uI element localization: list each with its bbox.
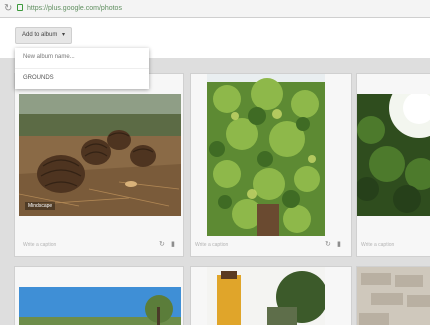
photo-green-wall[interactable] bbox=[207, 74, 325, 236]
url-text[interactable]: https://plus.google.com/photos bbox=[27, 3, 122, 14]
stone-wall-image bbox=[357, 267, 430, 325]
photo-card bbox=[356, 266, 430, 325]
sunlit-tree-image bbox=[357, 94, 430, 216]
rotate-icon[interactable]: ↻ bbox=[159, 241, 165, 249]
lock-icon bbox=[17, 4, 23, 11]
photo-blue-sky[interactable] bbox=[19, 287, 181, 325]
trash-icon[interactable]: ▮ bbox=[171, 241, 175, 249]
reload-icon[interactable]: ↻ bbox=[4, 3, 12, 14]
photo-card bbox=[190, 266, 352, 325]
photo-pine-cones[interactable]: Mindscape bbox=[19, 94, 181, 216]
add-to-album-button[interactable]: Add to album ▾ bbox=[15, 27, 73, 44]
photo-stone-wall[interactable] bbox=[357, 267, 430, 325]
trash-icon[interactable]: ▮ bbox=[337, 241, 341, 249]
caption-input[interactable]: Write a caption bbox=[195, 242, 228, 249]
blue-sky-image bbox=[19, 287, 181, 325]
photo-yellow-tower[interactable] bbox=[207, 267, 325, 325]
photo-label: Mindscape bbox=[25, 202, 56, 210]
caption-input[interactable]: Write a caption bbox=[23, 242, 56, 249]
album-option-grounds[interactable]: GROUNDS bbox=[15, 68, 149, 88]
photo-card: Write a caption ↻ ▮ bbox=[190, 73, 352, 257]
caption-input[interactable]: Write a caption bbox=[361, 242, 394, 249]
photo-card bbox=[14, 266, 184, 325]
chevron-down-icon: ▾ bbox=[62, 32, 66, 38]
photo-card: Write a caption bbox=[356, 73, 430, 257]
new-album-option[interactable]: New album name... bbox=[15, 48, 149, 68]
browser-address-bar: ↻ https://plus.google.com/photos bbox=[0, 0, 430, 18]
rotate-icon[interactable]: ↻ bbox=[325, 241, 331, 249]
add-to-album-label: Add to album bbox=[22, 32, 58, 38]
photo-sunlit-tree[interactable] bbox=[357, 94, 430, 216]
pine-cones-image bbox=[19, 94, 181, 216]
yellow-tower-image bbox=[207, 267, 325, 325]
photo-card: Mindscape Write a caption ↻ ▮ bbox=[14, 73, 184, 257]
album-dropdown-menu: New album name... GROUNDS bbox=[15, 48, 149, 89]
green-wall-image bbox=[207, 74, 325, 236]
